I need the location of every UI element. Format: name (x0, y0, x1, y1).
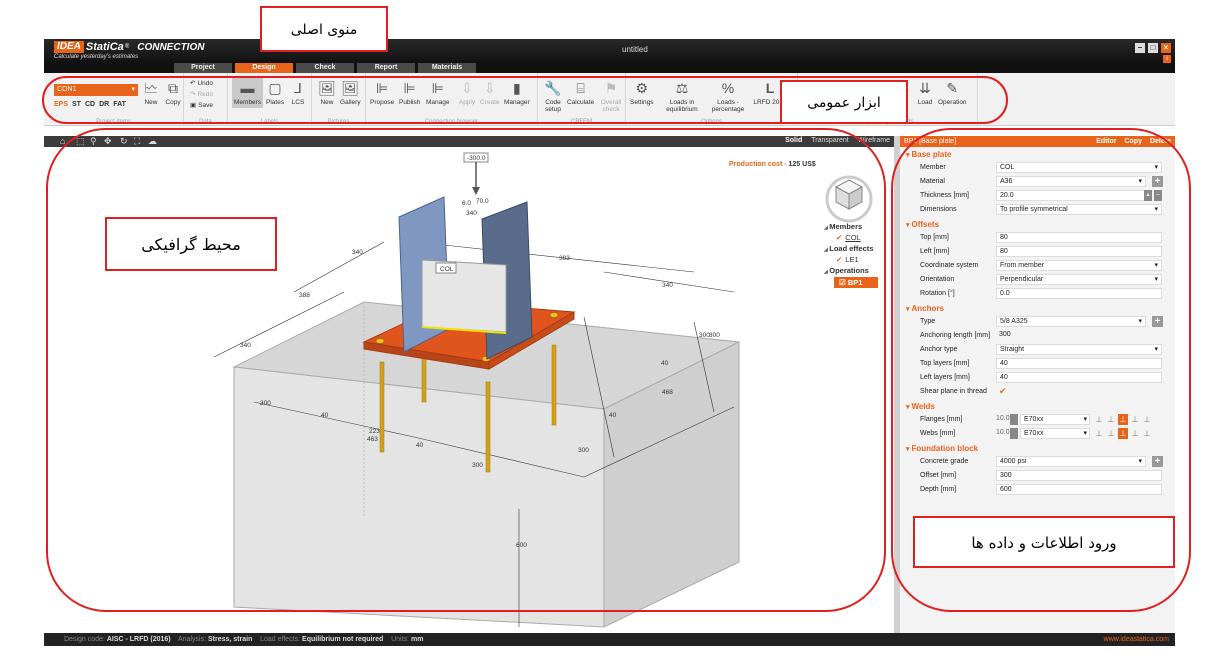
status-label: Analysis: (178, 636, 207, 643)
product-name: CONNECTION (137, 41, 205, 53)
logo-idea: IDEA (54, 41, 84, 53)
main-tabs: Project Design Check Report Materials (44, 63, 1175, 73)
status-label: Load effects: (260, 636, 301, 643)
design-code: AISC - LRFD (2016) (106, 636, 171, 643)
logo-statica: StatiCa (85, 41, 124, 53)
close-icon[interactable]: × (1161, 43, 1171, 53)
minimize-icon[interactable]: – (1135, 43, 1145, 53)
annotation-main-menu: منوی اصلی (260, 6, 388, 52)
tab-check[interactable]: Check (296, 63, 354, 73)
website-link[interactable]: www.ideastatica.com (1104, 633, 1169, 646)
units: mm (410, 636, 424, 643)
annotation-general-tools: ابزار عمومی (780, 80, 908, 124)
app-logo: IDEA StatiCa ® CONNECTION (54, 41, 204, 53)
tagline: Calculate yesterday's estimates (54, 54, 139, 60)
document-title: untitled (622, 45, 648, 54)
tab-materials[interactable]: Materials (418, 63, 476, 73)
analysis-type: Stress, strain (207, 636, 253, 643)
status-bar: Design code: AISC - LRFD (2016) Analysis… (44, 633, 1175, 646)
tab-project[interactable]: Project (174, 63, 232, 73)
tab-report[interactable]: Report (357, 63, 415, 73)
status-label: Units: (391, 636, 410, 643)
annotation-graphic-env: محیط گرافیکی (105, 217, 277, 271)
tab-design[interactable]: Design (235, 63, 293, 73)
title-bar: IDEA StatiCa ® CONNECTION Calculate yest… (44, 39, 1175, 63)
load-effects-status: Equilibrium not required (302, 636, 384, 643)
status-label: Design code: (64, 636, 105, 643)
annotation-oval-viewport (46, 128, 886, 612)
info-icon[interactable]: i (1163, 55, 1171, 63)
maximize-icon[interactable]: □ (1148, 43, 1158, 53)
annotation-data-entry: ورود اطلاعات و داده ها (913, 516, 1175, 568)
